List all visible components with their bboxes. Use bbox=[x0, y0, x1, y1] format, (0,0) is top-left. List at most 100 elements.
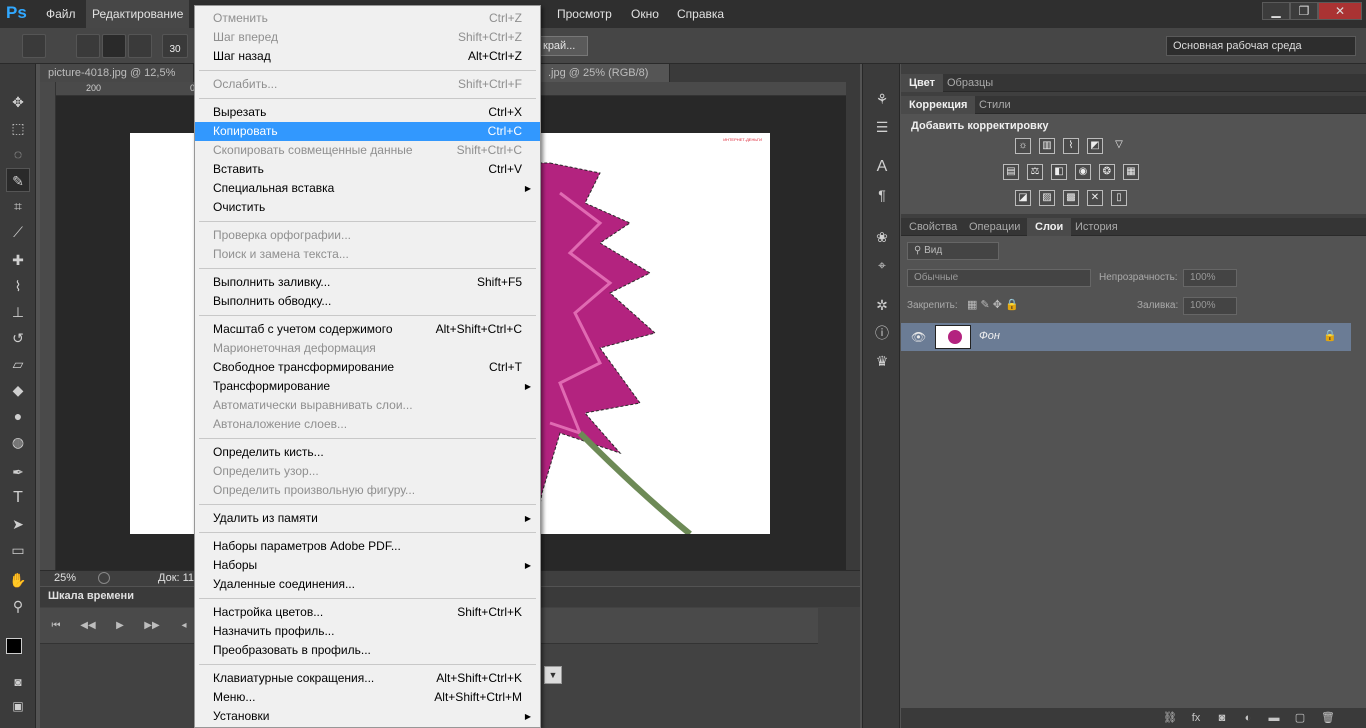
info-icon[interactable]: ⓘ bbox=[871, 322, 893, 344]
new-group-icon[interactable]: ▬ bbox=[1267, 711, 1281, 725]
menu-window[interactable]: Окно bbox=[625, 0, 665, 28]
move-tool-icon[interactable]: ✥ bbox=[6, 90, 30, 114]
brightness-icon[interactable]: ☼ bbox=[1015, 138, 1031, 154]
menu-item[interactable]: Очистить bbox=[195, 198, 540, 217]
blur-tool-icon[interactable]: ● bbox=[6, 404, 30, 428]
prev-frame-icon[interactable]: ◀◀ bbox=[80, 618, 96, 634]
hue-saturation-icon[interactable]: ▤ bbox=[1003, 164, 1019, 180]
history-brush-icon[interactable]: ↺ bbox=[6, 326, 30, 350]
audio-icon[interactable]: ◂ bbox=[176, 618, 192, 634]
threshold-icon[interactable]: ▩ bbox=[1063, 190, 1079, 206]
tab-swatches[interactable]: Образцы bbox=[939, 74, 1001, 92]
tab-adjustments[interactable]: Коррекция bbox=[901, 96, 976, 114]
new-layer-icon[interactable]: ▢ bbox=[1293, 711, 1307, 725]
menu-view[interactable]: Просмотр bbox=[551, 0, 618, 28]
path-selection-icon[interactable]: ➤ bbox=[6, 512, 30, 536]
marquee-tool-icon[interactable]: ⬚ bbox=[6, 116, 30, 140]
menu-item[interactable]: Меню... Alt+Shift+Ctrl+M bbox=[195, 688, 540, 707]
zoom-tool-icon[interactable]: ⚲ bbox=[6, 594, 30, 618]
quick-selection-tool-icon[interactable]: ✎ bbox=[6, 168, 30, 192]
menu-item[interactable]: Вставить Ctrl+V bbox=[195, 160, 540, 179]
histogram-icon[interactable]: ♛ bbox=[871, 350, 893, 372]
menu-item[interactable]: Преобразовать в профиль... bbox=[195, 641, 540, 660]
subtract-selection-icon[interactable] bbox=[128, 34, 152, 58]
posterize-icon[interactable]: ▨ bbox=[1039, 190, 1055, 206]
selective-color-icon[interactable]: ✕ bbox=[1087, 190, 1103, 206]
menu-item[interactable]: Выполнить обводку... bbox=[195, 292, 540, 311]
next-frame-icon[interactable]: ▶▶ bbox=[144, 618, 160, 634]
tab-active-document[interactable]: .jpg @ 25% (RGB/8) bbox=[540, 64, 670, 82]
create-timeline-dropdown-icon[interactable]: ▼ bbox=[544, 666, 562, 684]
actions-icon[interactable]: ✲ bbox=[871, 294, 893, 316]
opacity-field[interactable]: 100% bbox=[1183, 269, 1237, 287]
visibility-eye-icon[interactable]: 👁 bbox=[911, 330, 926, 344]
menu-item[interactable]: Удалить из памяти ▶ bbox=[195, 509, 540, 528]
layer-style-icon[interactable]: fx bbox=[1189, 711, 1203, 725]
brush-presets-icon[interactable]: ⚘ bbox=[871, 88, 893, 110]
brush-tool-icon[interactable]: ⌇ bbox=[6, 274, 30, 298]
add-selection-icon[interactable] bbox=[102, 34, 126, 58]
brush-size-picker[interactable]: 30 bbox=[162, 34, 188, 58]
menu-item[interactable]: Определить кисть... bbox=[195, 443, 540, 462]
refine-edge-button[interactable]: край... bbox=[536, 36, 588, 56]
tab-layers[interactable]: Слои bbox=[1027, 218, 1072, 236]
lock-pixels-icon[interactable]: ▦ ✎ ✥ 🔒 bbox=[967, 298, 1019, 311]
menu-item[interactable]: Вырезать Ctrl+X bbox=[195, 103, 540, 122]
black-white-icon[interactable]: ◧ bbox=[1051, 164, 1067, 180]
layer-name[interactable]: Фон bbox=[979, 330, 1000, 342]
restore-button[interactable]: ❐ bbox=[1290, 2, 1318, 20]
zoom-level[interactable]: 25% bbox=[54, 572, 76, 584]
curves-icon[interactable]: ⌇ bbox=[1063, 138, 1079, 154]
brush-settings-icon[interactable]: ☰ bbox=[871, 116, 893, 138]
gradient-map-icon[interactable]: ▯ bbox=[1111, 190, 1127, 206]
menu-item[interactable]: Специальная вставка ▶ bbox=[195, 179, 540, 198]
crop-tool-icon[interactable]: ⌗ bbox=[6, 194, 30, 218]
pen-tool-icon[interactable]: ✒ bbox=[6, 460, 30, 484]
menu-item[interactable]: Выполнить заливку... Shift+F5 bbox=[195, 273, 540, 292]
layer-row[interactable]: 👁 Фон 🔒 bbox=[901, 323, 1351, 351]
screen-mode-icon[interactable]: ▣ bbox=[6, 694, 30, 718]
paint-bucket-icon[interactable]: ◆ bbox=[6, 378, 30, 402]
adjustment-layer-icon[interactable]: ◐ bbox=[1241, 711, 1255, 725]
minimize-button[interactable]: ▁ bbox=[1262, 2, 1290, 20]
exposure-icon[interactable]: ◩ bbox=[1087, 138, 1103, 154]
color-lookup-icon[interactable]: ▦ bbox=[1123, 164, 1139, 180]
dodge-tool-icon[interactable]: ◍ bbox=[6, 430, 30, 454]
menu-item[interactable]: Копировать Ctrl+C bbox=[195, 122, 540, 141]
workspace-select[interactable]: Основная рабочая среда bbox=[1166, 36, 1356, 56]
menu-item[interactable]: Клавиатурные сокращения... Alt+Shift+Ctrl… bbox=[195, 669, 540, 688]
vibrance-icon[interactable]: ▽ bbox=[1111, 138, 1127, 154]
channels-icon[interactable]: ❀ bbox=[871, 226, 893, 248]
link-layers-icon[interactable]: ⛓ bbox=[1163, 711, 1177, 725]
new-selection-icon[interactable] bbox=[76, 34, 100, 58]
fill-field[interactable]: 100% bbox=[1183, 297, 1237, 315]
menu-item[interactable]: Наборы ▶ bbox=[195, 556, 540, 575]
quick-selection-preset-icon[interactable] bbox=[22, 34, 46, 58]
menu-help[interactable]: Справка bbox=[671, 0, 730, 28]
invert-icon[interactable]: ◪ bbox=[1015, 190, 1031, 206]
channel-mixer-icon[interactable]: ❂ bbox=[1099, 164, 1115, 180]
color-balance-icon[interactable]: ⚖ bbox=[1027, 164, 1043, 180]
eyedropper-tool-icon[interactable]: ⟋ bbox=[6, 220, 30, 244]
tab-properties[interactable]: Свойства bbox=[901, 218, 965, 236]
hand-tool-icon[interactable]: ✋ bbox=[6, 568, 30, 592]
tab-color[interactable]: Цвет bbox=[901, 74, 944, 92]
play-icon[interactable]: ▶ bbox=[112, 618, 128, 634]
layer-filter-select[interactable]: ⚲ Вид bbox=[907, 242, 999, 260]
lasso-tool-icon[interactable]: ◌ bbox=[6, 142, 30, 166]
menu-item[interactable]: Шаг назад Alt+Ctrl+Z bbox=[195, 47, 540, 66]
character-icon[interactable]: A bbox=[871, 156, 893, 178]
document-scrollbar[interactable] bbox=[846, 82, 860, 572]
foreground-color-swatch[interactable] bbox=[6, 638, 22, 654]
menu-edit[interactable]: Редактирование bbox=[86, 0, 190, 28]
type-tool-icon[interactable]: T bbox=[6, 486, 30, 510]
add-mask-icon[interactable]: ◙ bbox=[1215, 711, 1229, 725]
tab-history[interactable]: История bbox=[1067, 218, 1126, 236]
tab-picture-4018[interactable]: picture-4018.jpg @ 12,5% (L bbox=[40, 64, 194, 97]
tab-styles[interactable]: Стили bbox=[971, 96, 1019, 114]
menu-item[interactable]: Назначить профиль... bbox=[195, 622, 540, 641]
status-menu-icon[interactable] bbox=[98, 572, 110, 584]
healing-tool-icon[interactable]: ✚ bbox=[6, 248, 30, 272]
first-frame-icon[interactable]: ⏮ bbox=[48, 618, 64, 634]
photo-filter-icon[interactable]: ◉ bbox=[1075, 164, 1091, 180]
